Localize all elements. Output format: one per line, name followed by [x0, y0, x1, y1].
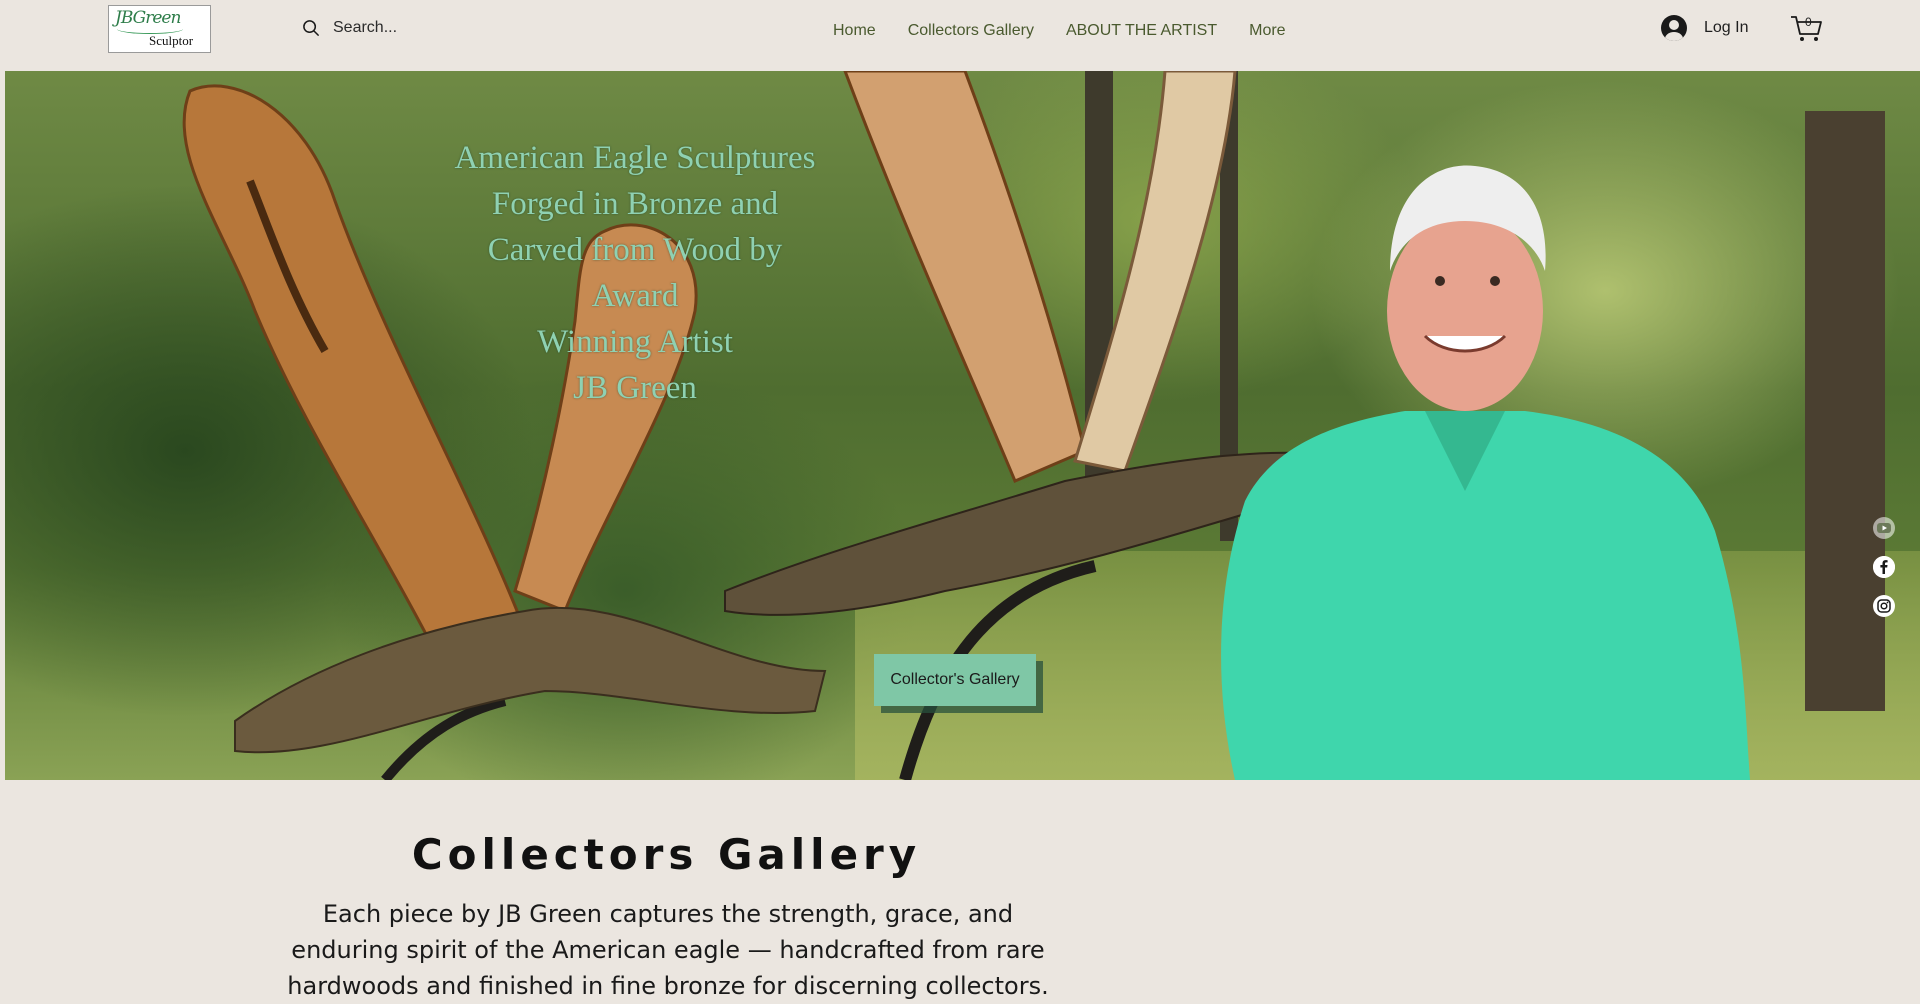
hero-headline-line: Award: [591, 278, 679, 314]
nav-item-more[interactable]: More: [1249, 22, 1285, 40]
cart-button[interactable]: 0: [1790, 12, 1824, 42]
search-placeholder: Search...: [333, 19, 398, 36]
hero-headline-line: JB Green: [573, 370, 697, 406]
logo-sub-text: Sculptor: [149, 33, 194, 48]
hero-headline-line: Forged in Bronze and: [491, 186, 779, 222]
main-nav: Home Collectors Gallery ABOUT THE ARTIST…: [833, 19, 1286, 43]
collectors-gallery-button[interactable]: Collector's Gallery: [874, 654, 1036, 706]
login-button[interactable]: Log In: [1661, 13, 1748, 43]
user-avatar-icon: [1661, 15, 1687, 41]
social-bar: [1873, 517, 1897, 634]
nav-item-about-the-artist[interactable]: ABOUT THE ARTIST: [1066, 22, 1217, 40]
youtube-icon[interactable]: [1873, 517, 1895, 539]
cart-count: 0: [1805, 15, 1812, 29]
site-header: JBGreen Sculptor Search... Home Collecto…: [0, 0, 1920, 71]
hero-banner: American Eagle Sculptures Forged in Bron…: [5, 71, 1920, 780]
instagram-icon[interactable]: [1873, 595, 1895, 617]
search-icon: [303, 19, 319, 36]
hero-headline: American Eagle Sculptures Forged in Bron…: [435, 135, 835, 411]
hero-headline-line: American Eagle Sculptures: [454, 140, 816, 176]
nav-item-home[interactable]: Home: [833, 22, 876, 40]
nav-item-collectors-gallery[interactable]: Collectors Gallery: [908, 22, 1034, 40]
facebook-icon[interactable]: [1873, 556, 1895, 578]
site-logo[interactable]: JBGreen Sculptor: [108, 5, 211, 53]
login-label: Log In: [1704, 19, 1749, 36]
hero-headline-line: Carved from Wood by: [487, 232, 783, 268]
hero-headline-line: Winning Artist: [537, 324, 733, 360]
section-title: Collectors Gallery: [411, 830, 922, 879]
search-input[interactable]: Search...: [302, 16, 502, 40]
section-description: Each piece by JB Green captures the stre…: [287, 900, 1049, 1000]
